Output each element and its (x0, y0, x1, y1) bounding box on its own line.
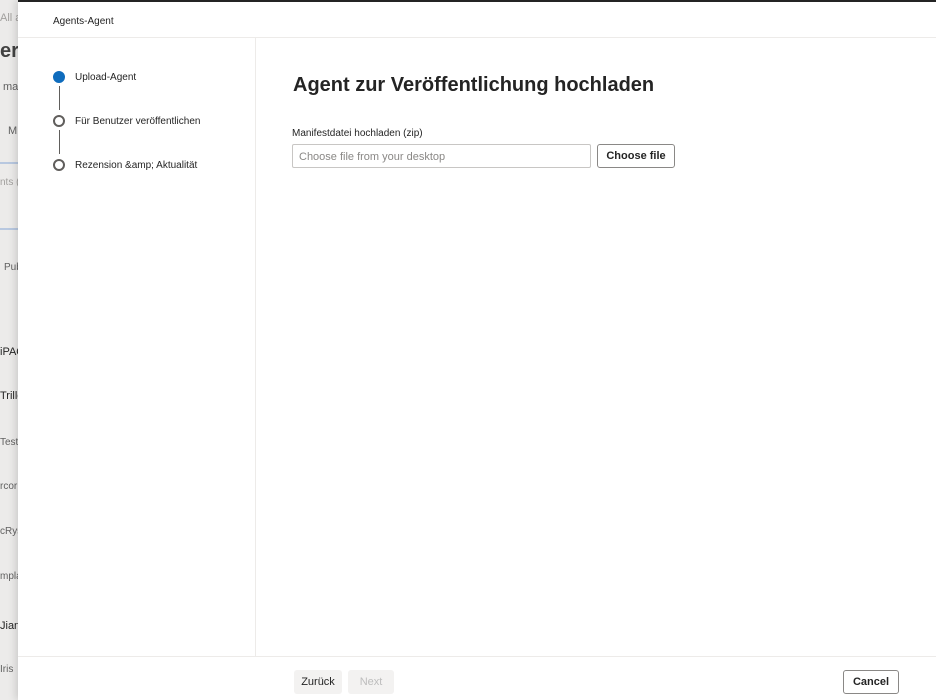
panel-footer: Zurück Next Cancel (18, 656, 936, 700)
step-pending-icon (53, 115, 65, 127)
step-label: Rezension &amp; Aktualität (75, 160, 198, 171)
back-button[interactable]: Zurück (294, 670, 342, 694)
upload-agent-panel: Agents-Agent Upload-Agent Für Benutzer v… (18, 0, 936, 700)
panel-title: Agents-Agent (53, 16, 114, 27)
bg-fragment: Test (0, 437, 19, 448)
wizard-steps: Upload-Agent Für Benutzer veröffentliche… (18, 38, 256, 656)
bg-fragment: rcor (0, 481, 18, 492)
main-content: Agent zur Veröffentlichung hochladen Man… (256, 38, 936, 656)
step-active-icon (53, 71, 65, 83)
bg-divider (0, 162, 18, 164)
bg-fragment: Iris (0, 664, 14, 675)
next-button[interactable]: Next (348, 670, 394, 694)
manifest-field-label: Manifestdatei hochladen (zip) (292, 128, 423, 139)
choose-file-button[interactable]: Choose file (597, 144, 675, 168)
bg-fragment: er (0, 40, 19, 62)
bg-fragment: ma (3, 81, 19, 93)
bg-divider (0, 228, 18, 230)
panel-header: Agents-Agent (18, 2, 936, 38)
bg-fragment: M (8, 125, 18, 137)
step-label: Upload-Agent (75, 72, 137, 83)
step-connector (59, 86, 60, 110)
page-title: Agent zur Veröffentlichung hochladen (293, 74, 655, 96)
file-input-placeholder: Choose file from your desktop (299, 151, 446, 163)
cancel-button[interactable]: Cancel (843, 670, 899, 694)
bg-fragment: nts ( (0, 177, 20, 188)
manifest-file-input[interactable]: Choose file from your desktop (292, 144, 591, 168)
step-connector (59, 130, 60, 154)
step-label: Für Benutzer veröffentlichen (75, 116, 201, 127)
step-pending-icon (53, 159, 65, 171)
